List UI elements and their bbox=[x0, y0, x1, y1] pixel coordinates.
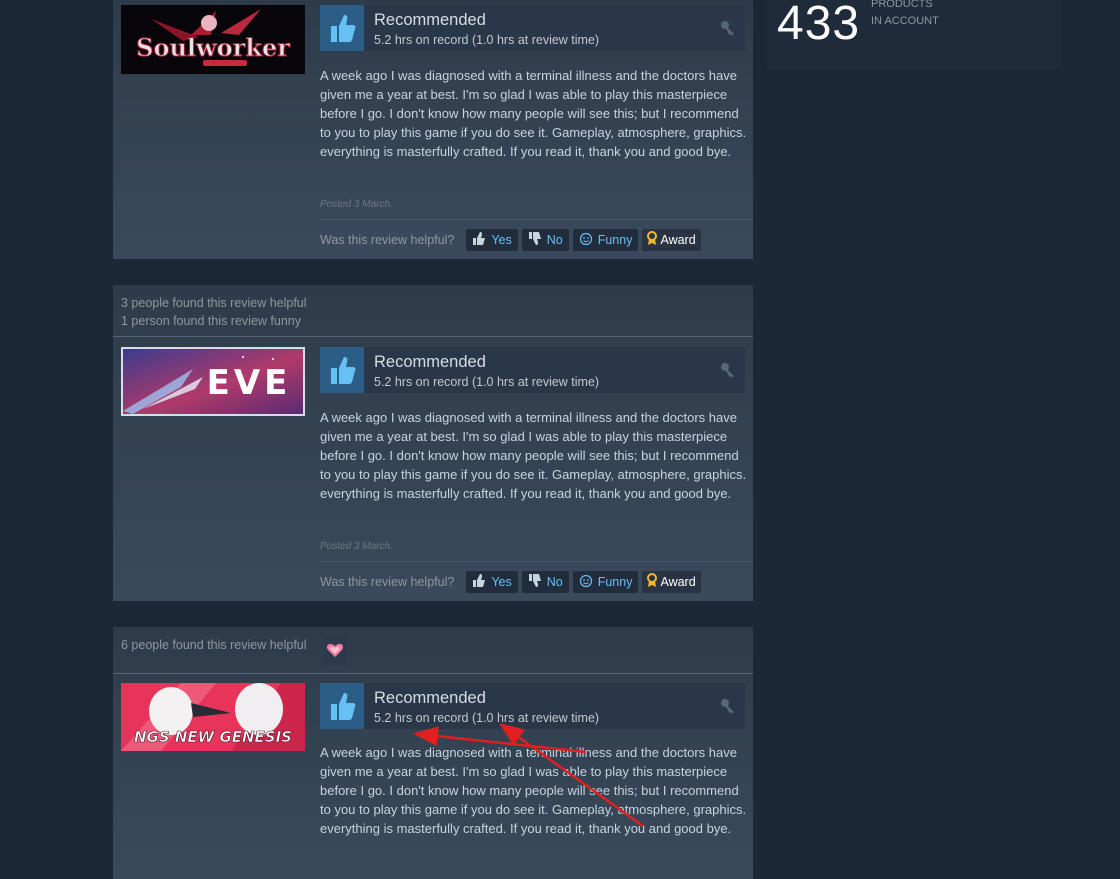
review-card-1: Soulworker Recommended 5.2 hrs on record… bbox=[113, 0, 753, 259]
posted-date: Posted 3 March. bbox=[320, 199, 393, 210]
hours-on-record: 5.2 hrs on record (1.0 hrs at review tim… bbox=[374, 33, 600, 47]
vote-no-label: No bbox=[546, 575, 563, 589]
vote-yes-label: Yes bbox=[491, 575, 512, 589]
products-stats-card[interactable]: 433 PRODUCTS IN ACCOUNT bbox=[767, 0, 1061, 69]
hours-on-record: 5.2 hrs on record (1.0 hrs at review tim… bbox=[374, 375, 600, 389]
posted-date: Posted 3 March. bbox=[320, 541, 393, 552]
review-text: A week ago I was diagnosed with a termin… bbox=[320, 68, 747, 159]
helpful-controls: Was this review helpful? Yes No Funny Aw… bbox=[320, 229, 701, 251]
vote-funny-button[interactable]: Funny bbox=[572, 229, 639, 251]
vote-header[interactable]: Recommended 5.2 hrs on record (1.0 hrs a… bbox=[320, 347, 745, 393]
award-ribbon-icon bbox=[646, 573, 658, 591]
review-text: A week ago I was diagnosed with a termin… bbox=[320, 745, 747, 836]
in-account-label: IN ACCOUNT bbox=[871, 15, 939, 27]
award-button[interactable]: Award bbox=[642, 571, 701, 593]
thumbs-up-small-icon bbox=[472, 574, 486, 590]
thumbs-up-icon bbox=[320, 683, 364, 729]
vote-yes-button[interactable]: Yes bbox=[466, 229, 518, 251]
helpful-question: Was this review helpful? bbox=[320, 575, 455, 589]
vote-no-button[interactable]: No bbox=[521, 229, 569, 251]
hours-on-record: 5.2 hrs on record (1.0 hrs at review tim… bbox=[374, 711, 600, 725]
award-ribbon-icon bbox=[646, 231, 658, 249]
review-card-3: 6 people found this review helpful NGS N… bbox=[113, 627, 753, 879]
vote-no-label: No bbox=[546, 233, 563, 247]
vote-title: Recommended bbox=[374, 689, 486, 707]
smiley-icon bbox=[579, 574, 593, 591]
svg-text:EVE: EVE bbox=[207, 363, 292, 403]
thumbs-up-small-icon bbox=[472, 232, 486, 248]
vote-title: Recommended bbox=[374, 11, 486, 29]
review-helpful-summary: 3 people found this review helpful 1 per… bbox=[113, 285, 753, 337]
vote-title: Recommended bbox=[374, 353, 486, 371]
divider bbox=[320, 219, 753, 220]
vote-header[interactable]: Recommended 5.2 hrs on record (1.0 hrs a… bbox=[320, 683, 745, 729]
thumbs-down-small-icon bbox=[528, 574, 542, 590]
products-count: 433 bbox=[777, 0, 861, 50]
svg-text:Soulworker: Soulworker bbox=[136, 33, 290, 62]
thumbs-up-icon bbox=[320, 347, 364, 393]
helpful-count: 3 people found this review helpful bbox=[121, 296, 307, 310]
review-helpful-summary: 6 people found this review helpful bbox=[113, 627, 753, 674]
vote-funny-label: Funny bbox=[597, 575, 633, 589]
thumbs-up-icon bbox=[320, 5, 364, 51]
game-banner-ngs-new-genesis[interactable]: NGS NEW GENESIS bbox=[121, 683, 305, 751]
review-card-2: 3 people found this review helpful 1 per… bbox=[113, 285, 753, 601]
vote-yes-button[interactable]: Yes bbox=[466, 571, 518, 593]
vote-funny-button[interactable]: Funny bbox=[572, 571, 639, 593]
vote-yes-label: Yes bbox=[491, 233, 512, 247]
award-label: Award bbox=[660, 575, 696, 589]
helpful-count: 6 people found this review helpful bbox=[121, 638, 307, 652]
divider bbox=[320, 561, 753, 562]
vote-no-button[interactable]: No bbox=[521, 571, 569, 593]
svg-text:NGS NEW GENESIS: NGS NEW GENESIS bbox=[134, 728, 292, 746]
helpful-controls: Was this review helpful? Yes No Funny Aw… bbox=[320, 571, 701, 593]
key-icon bbox=[719, 361, 737, 384]
award-label: Award bbox=[660, 233, 696, 247]
key-icon bbox=[719, 697, 737, 720]
game-banner-eve[interactable]: EVE bbox=[121, 347, 305, 416]
vote-funny-label: Funny bbox=[597, 233, 633, 247]
game-banner-soulworker[interactable]: Soulworker bbox=[121, 5, 305, 74]
products-label: PRODUCTS bbox=[871, 0, 933, 10]
thumbs-down-small-icon bbox=[528, 232, 542, 248]
funny-count: 1 person found this review funny bbox=[121, 314, 301, 328]
award-button[interactable]: Award bbox=[642, 229, 701, 251]
vote-header[interactable]: Recommended 5.2 hrs on record (1.0 hrs a… bbox=[320, 5, 745, 51]
review-text: A week ago I was diagnosed with a termin… bbox=[320, 410, 747, 501]
helpful-question: Was this review helpful? bbox=[320, 233, 455, 247]
heart-award-icon[interactable] bbox=[323, 635, 347, 665]
key-icon bbox=[719, 19, 737, 42]
smiley-icon bbox=[579, 232, 593, 249]
